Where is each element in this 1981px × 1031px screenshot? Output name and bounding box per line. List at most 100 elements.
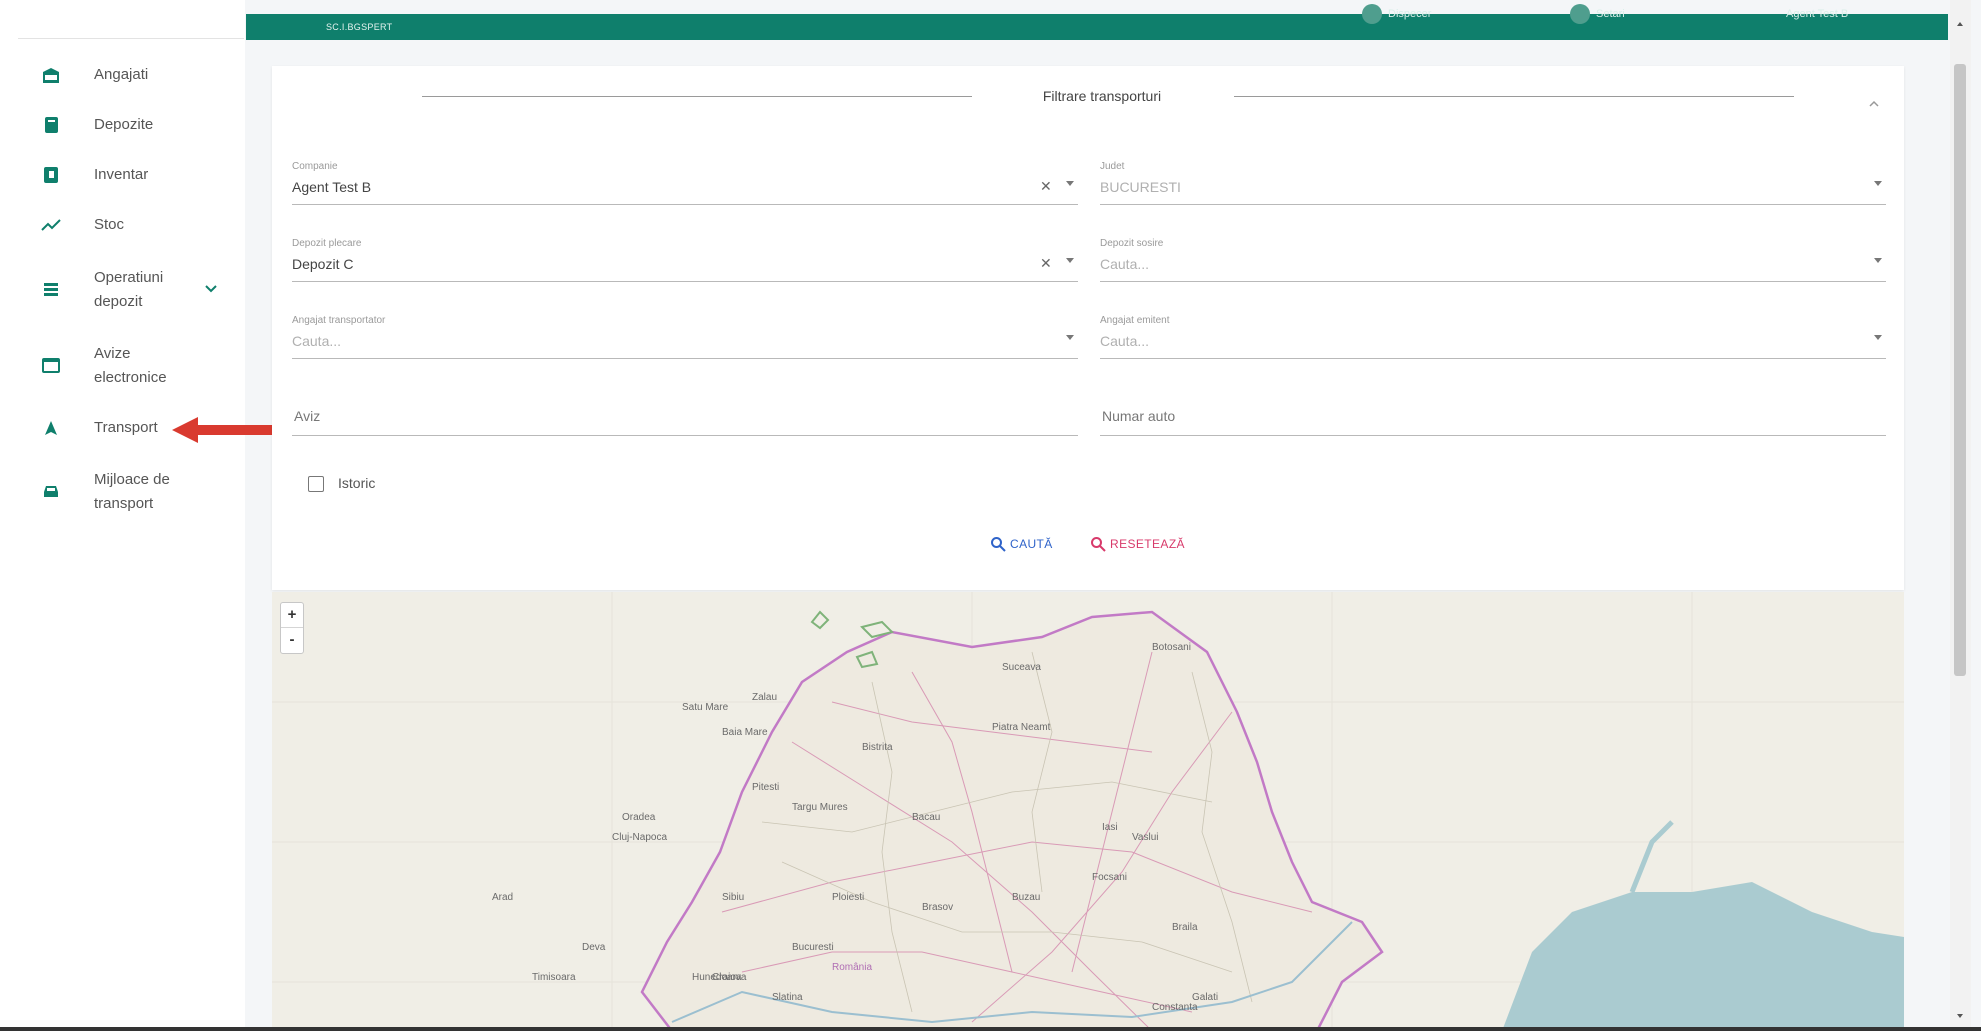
sidebar-item-avize-electronice[interactable]: Avize electronice	[0, 340, 245, 390]
sidebar-divider	[18, 38, 244, 39]
warehouse-to-select[interactable]: Depozit sosire Cauta...	[1100, 238, 1886, 282]
auto-number-input[interactable]: Numar auto	[1100, 406, 1886, 436]
panel-title: Filtrare transporturi	[1042, 88, 1162, 104]
map-city-label: Bucuresti	[792, 942, 834, 953]
company-select[interactable]: Companie Agent Test B ✕	[292, 161, 1078, 205]
auto-number-placeholder: Numar auto	[1102, 408, 1176, 424]
field-label: Judet	[1100, 161, 1125, 172]
chevron-down-icon[interactable]	[1874, 258, 1882, 263]
zoom-in-button[interactable]: +	[281, 603, 303, 628]
map-city-label: Botosani	[1152, 642, 1191, 653]
map-city-label: Piatra Neamt	[992, 722, 1051, 733]
sidebar-item-depozite[interactable]: Depozite	[0, 112, 245, 138]
zoom-out-button[interactable]: -	[281, 628, 303, 653]
employee-carrier-select[interactable]: Angajat transportator Cauta...	[292, 315, 1078, 359]
reset-button-label: RESETEAZĂ	[1110, 537, 1185, 551]
map-city-label: Bacau	[912, 812, 941, 823]
map-city-label: Galati	[1192, 992, 1219, 1003]
sidebar-item-label: Operatiuni	[94, 269, 164, 286]
map-city-label: Sibiu	[722, 892, 745, 903]
chevron-down-icon[interactable]	[1874, 181, 1882, 186]
sidebar-item-label-line2: depozit	[94, 293, 143, 310]
map-canvas	[272, 592, 1904, 1031]
field-label: Companie	[292, 161, 338, 172]
map-city-label: Oradea	[622, 812, 656, 823]
user-menu[interactable]: Agent Test B	[1786, 8, 1848, 20]
sidebar-item-label-line2: transport	[94, 495, 154, 512]
search-button-label: CAUTĂ	[1010, 537, 1053, 551]
scrollbar-thumb[interactable]	[1954, 64, 1966, 676]
chevron-down-icon[interactable]	[204, 281, 220, 297]
zoom-control: + -	[280, 602, 304, 654]
chevron-down-icon[interactable]	[1066, 258, 1074, 263]
map-city-label: Braila	[1172, 922, 1198, 933]
map-city-label: România	[832, 962, 873, 973]
header-item-setari[interactable]: Setari	[1596, 8, 1625, 20]
map-city-label: Baia Mare	[722, 727, 768, 738]
bottom-border	[0, 1027, 1981, 1031]
history-label: Istoric	[338, 475, 376, 491]
field-value: Agent Test B	[292, 179, 372, 195]
map-city-label: Hunedoara	[692, 972, 742, 983]
map-city-label: Timisoara	[532, 972, 576, 983]
title-divider-right	[1234, 96, 1794, 97]
chevron-down-icon[interactable]	[1066, 181, 1074, 186]
map-city-label: Zalau	[752, 692, 778, 703]
clipboard-icon	[40, 164, 62, 186]
sidebar-item-label: Inventar	[94, 166, 149, 183]
navigation-icon	[40, 417, 62, 439]
map-view[interactable]: + - România Bucuresti Cluj-Napoca Timisoara…	[272, 592, 1904, 1031]
map-city-label: Satu Mare	[682, 702, 729, 713]
history-checkbox[interactable]	[308, 476, 324, 492]
chevron-down-icon[interactable]	[1874, 335, 1882, 340]
title-divider-left	[422, 96, 972, 97]
sidebar-item-label-line2: electronice	[94, 369, 167, 386]
settings-icon[interactable]	[1570, 4, 1590, 24]
chevron-down-icon[interactable]	[1066, 335, 1074, 340]
sidebar-item-label: Depozite	[94, 116, 154, 133]
filter-panel: Filtrare transporturi Companie Agent Tes…	[272, 66, 1904, 590]
sidebar-item-label: Angajati	[94, 66, 149, 83]
sidebar-item-label: Stoc	[94, 216, 125, 233]
reset-button[interactable]: RESETEAZĂ	[1090, 536, 1185, 552]
field-value: BUCURESTI	[1100, 179, 1181, 195]
car-icon	[40, 480, 62, 502]
aviz-placeholder: Aviz	[294, 408, 321, 424]
book-icon	[40, 114, 62, 136]
dispatcher-icon[interactable]	[1362, 4, 1382, 24]
sidebar-item-inventar[interactable]: Inventar	[0, 162, 245, 188]
field-label: Depozit plecare	[292, 238, 362, 249]
sidebar-item-angajati[interactable]: Angajati	[0, 62, 245, 88]
field-value: Cauta...	[1100, 256, 1150, 272]
map-city-label: Brasov	[922, 902, 954, 913]
header-item-dispecer[interactable]: Dispecer	[1388, 8, 1431, 20]
field-value: Cauta...	[292, 333, 342, 349]
map-city-label: Constanta	[1152, 1002, 1198, 1013]
clear-icon[interactable]: ✕	[1040, 255, 1052, 272]
warehouse-from-select[interactable]: Depozit plecare Depozit C ✕	[292, 238, 1078, 282]
map-city-label: Arad	[492, 892, 514, 903]
county-select[interactable]: Judet BUCURESTI	[1100, 161, 1886, 205]
map-city-label: Targu Mures	[792, 802, 848, 813]
scroll-up-icon[interactable]	[1957, 22, 1963, 26]
sidebar-item-stoc[interactable]: Stoc	[0, 212, 245, 238]
field-label: Depozit sosire	[1100, 238, 1164, 249]
map-city-label: Pitesti	[752, 782, 780, 793]
map-city-label: Focsani	[1092, 872, 1128, 883]
clear-icon[interactable]: ✕	[1040, 178, 1052, 195]
map-city-label: Iasi	[1102, 822, 1118, 833]
map-city-label: Bistrita	[862, 742, 893, 753]
page-scrollbar[interactable]	[1950, 0, 1971, 1031]
search-button[interactable]: CAUTĂ	[990, 536, 1053, 552]
scroll-down-icon[interactable]	[1957, 1014, 1963, 1018]
list-icon	[40, 278, 62, 300]
map-city-label: Ploiesti	[832, 892, 865, 903]
trend-icon	[40, 214, 62, 236]
sidebar-item-operatiuni-depozit[interactable]: Operatiuni depozit	[0, 264, 245, 314]
chevron-up-icon[interactable]	[1868, 94, 1882, 108]
aviz-input[interactable]: Aviz	[292, 406, 1078, 436]
building-icon	[40, 64, 62, 86]
sidebar-item-mijloace-de-transport[interactable]: Mijloace de transport	[0, 466, 245, 516]
employee-sender-select[interactable]: Angajat emitent Cauta...	[1100, 315, 1886, 359]
field-label: Angajat transportator	[292, 315, 386, 326]
